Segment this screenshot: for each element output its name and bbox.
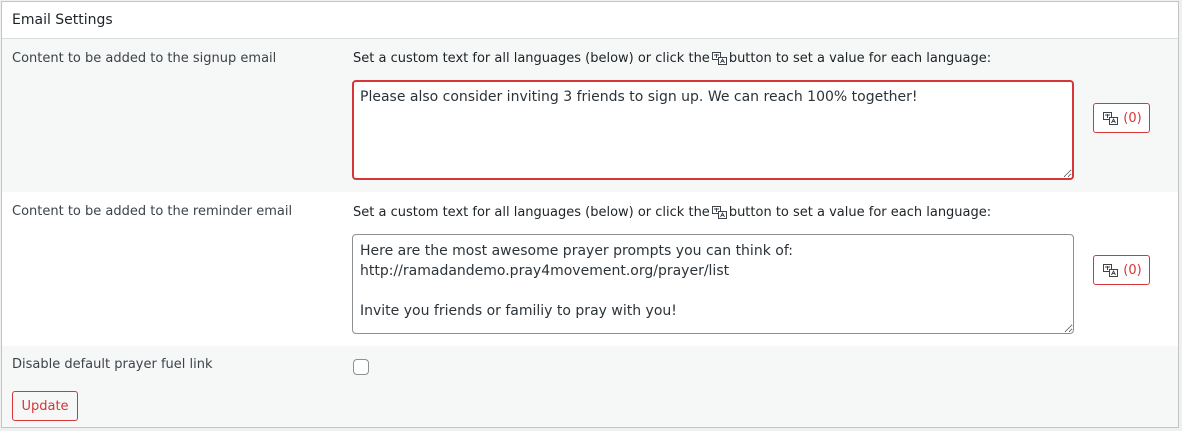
reminder-row: Content to be added to the reminder emai… [2, 192, 1178, 346]
signup-languages-count: (0) [1123, 110, 1142, 126]
disable-link-label: Disable default prayer fuel link [12, 357, 213, 372]
signup-row: Content to be added to the signup email … [2, 39, 1178, 192]
disable-link-row: Disable default prayer fuel link Update [2, 346, 1178, 427]
reminder-languages-button[interactable]: (0) [1093, 255, 1150, 285]
update-button[interactable]: Update [12, 391, 78, 421]
reminder-content-textarea[interactable]: Here are the most awesome prayer prompts… [352, 234, 1074, 334]
reminder-label: Content to be added to the reminder emai… [12, 204, 293, 219]
section-header: Email Settings [2, 2, 1178, 39]
disable-link-checkbox[interactable] [353, 359, 369, 375]
signup-content-textarea[interactable]: Please also consider inviting 3 friends … [352, 80, 1074, 180]
translate-icon [711, 206, 727, 219]
email-settings-panel: Email Settings Content to be added to th… [1, 1, 1179, 428]
translate-icon [1103, 111, 1119, 125]
section-title: Email Settings [12, 12, 113, 28]
signup-description: Set a custom text for all languages (bel… [353, 51, 992, 66]
reminder-languages-count: (0) [1123, 262, 1142, 278]
translate-icon [711, 52, 727, 65]
translate-icon [1103, 263, 1119, 277]
signup-label: Content to be added to the signup email [12, 51, 277, 66]
reminder-description: Set a custom text for all languages (bel… [353, 205, 992, 220]
signup-languages-button[interactable]: (0) [1093, 103, 1150, 133]
